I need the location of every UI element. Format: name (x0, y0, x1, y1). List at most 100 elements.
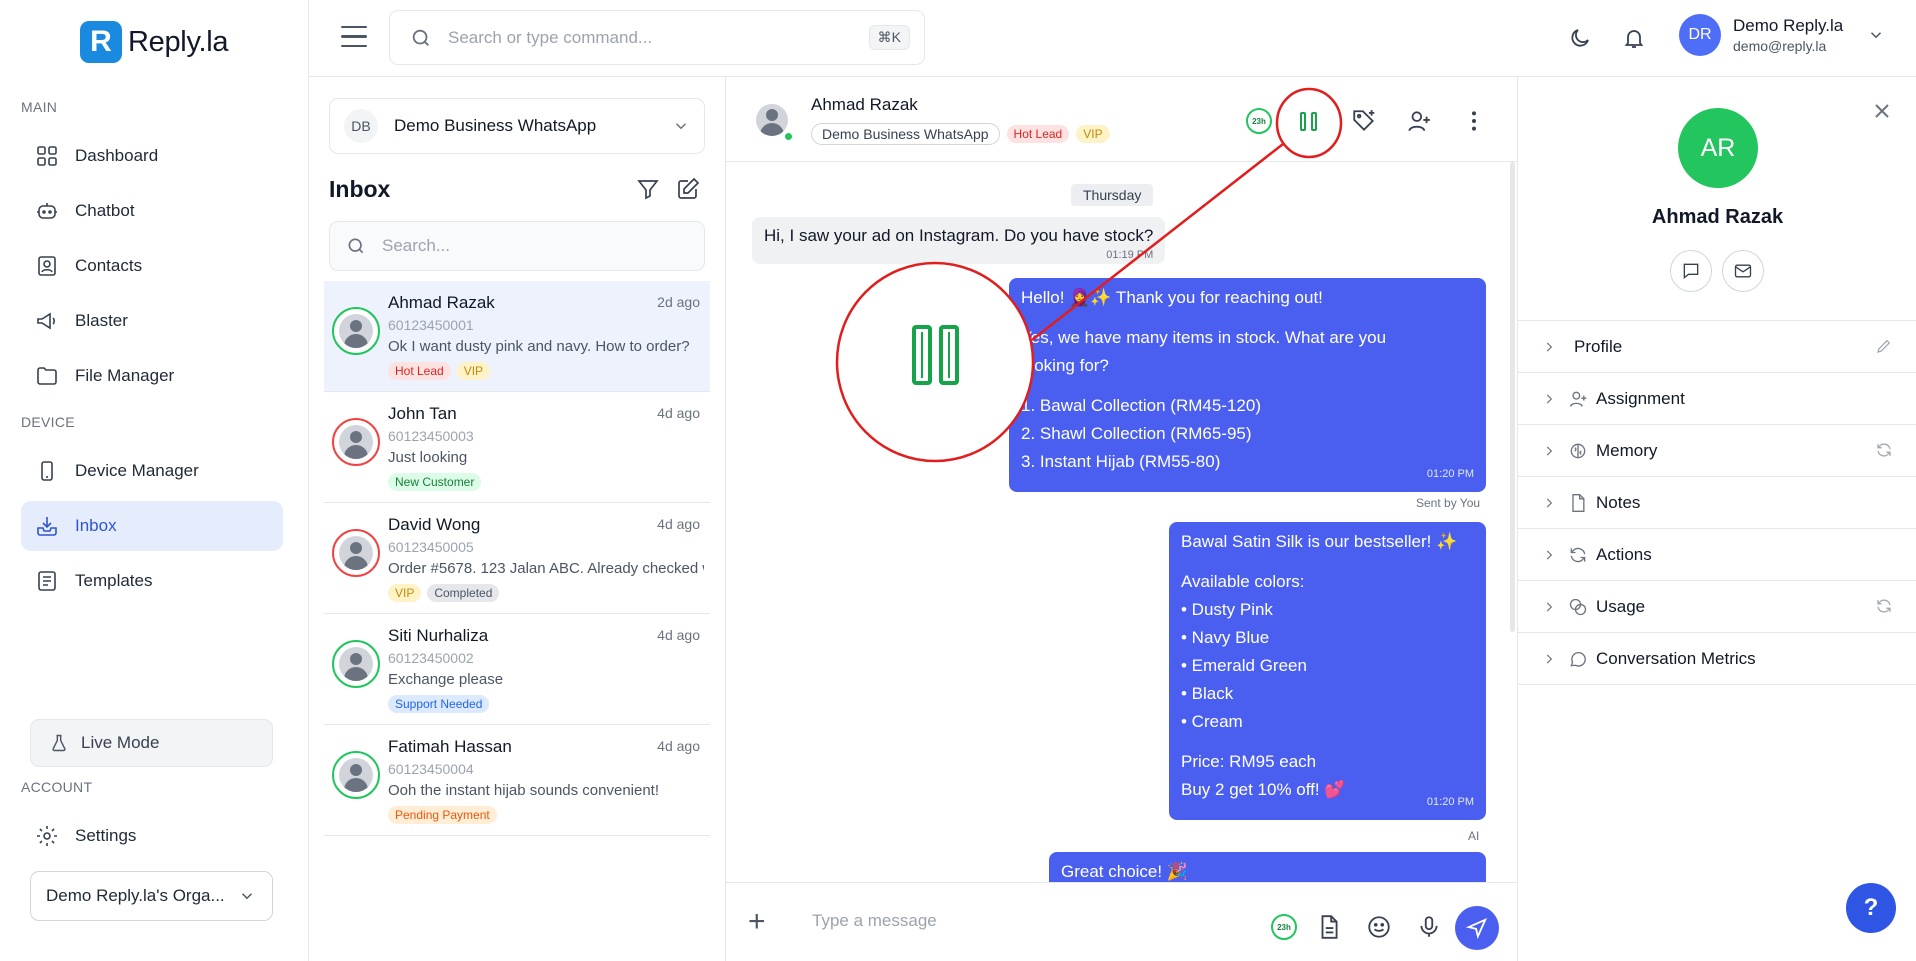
chat-header: Ahmad Razak Demo Business WhatsApp Hot L… (726, 77, 1517, 162)
sidebar-item-device-manager[interactable]: Device Manager (21, 446, 283, 496)
inbox-search-placeholder: Search... (382, 236, 451, 255)
folder-icon (37, 367, 57, 385)
voice-button[interactable] (1416, 914, 1442, 940)
more-options-button[interactable] (1461, 108, 1487, 134)
sidebar-item-chatbot[interactable]: Chatbot (21, 186, 283, 236)
emoji-button[interactable] (1366, 914, 1392, 940)
help-button[interactable]: ? (1846, 883, 1896, 933)
logo-text: Reply.la (128, 25, 229, 58)
message-time: 01:20 PM (1426, 468, 1474, 480)
refresh-icon[interactable] (1875, 597, 1893, 615)
refresh-icon[interactable] (1875, 441, 1893, 459)
outgoing-message: Bawal Satin Silk is our bestseller! ✨ Av… (1169, 522, 1486, 820)
section-notes[interactable]: Notes (1518, 477, 1916, 529)
template-icon (38, 571, 56, 591)
business-select[interactable]: DB Demo Business WhatsApp (329, 98, 705, 154)
tag-badge: Hot Lead (388, 362, 451, 380)
app-logo[interactable]: R Reply.la (80, 21, 229, 63)
conversation-preview: Order #5678. 123 Jalan ABC. Already chec… (388, 560, 704, 577)
notifications-button[interactable] (1622, 26, 1646, 50)
inbox-search-input[interactable]: Search... (329, 221, 705, 271)
online-indicator (783, 131, 794, 142)
conversation-phone: 60123450004 (388, 761, 474, 777)
conversation-phone: 60123450002 (388, 650, 474, 666)
more-vertical-icon (1471, 111, 1477, 131)
scrollbar[interactable] (1510, 162, 1515, 632)
conversation-name: David Wong (388, 515, 481, 534)
section-label-main: MAIN (21, 99, 58, 115)
sidebar-item-inbox[interactable]: Inbox (21, 501, 283, 551)
edit-pencil-icon[interactable] (1875, 337, 1893, 355)
user-menu[interactable]: DR Demo Reply.la demo@reply.la (1679, 14, 1885, 56)
microphone-icon (1420, 916, 1438, 937)
menu-toggle-icon[interactable] (341, 26, 367, 50)
message-time: 01:20 PM (1426, 796, 1474, 808)
conversation-preview: Ooh the instant hijab sounds convenient! (388, 782, 660, 799)
conversation-item[interactable]: Ahmad Razak 2d ago 60123450001 Ok I want… (324, 281, 710, 392)
sidebar-item-dashboard[interactable]: Dashboard (21, 131, 283, 181)
chat-contact-name: Ahmad Razak (811, 95, 918, 114)
section-assignment[interactable]: Assignment (1518, 373, 1916, 425)
message-text: • Navy Blue (1181, 628, 1270, 647)
command-search[interactable]: Search or type command... ⌘K (389, 10, 925, 65)
message-text: looking for? (1021, 356, 1109, 375)
outgoing-message: Great choice! 🎉 (1049, 852, 1486, 882)
tag-badge: New Customer (388, 473, 482, 491)
section-conversation-metrics[interactable]: Conversation Metrics (1518, 633, 1916, 685)
section-profile[interactable]: Profile (1518, 321, 1916, 373)
template-button[interactable] (1316, 914, 1342, 940)
conversation-phone: 60123450003 (388, 428, 474, 444)
section-memory[interactable]: Memory (1518, 425, 1916, 477)
tag-plus-icon (1353, 110, 1375, 131)
gear-icon (37, 826, 57, 846)
attach-plus-icon[interactable]: + (748, 907, 766, 937)
section-label-device: DEVICE (21, 414, 75, 430)
phone-icon (41, 461, 53, 481)
conversation-name: John Tan (388, 404, 457, 423)
live-mode-button[interactable]: Live Mode (30, 719, 273, 767)
message-text: • Dusty Pink (1181, 600, 1273, 619)
incoming-message: Hi, I saw your ad on Instagram. Do you h… (752, 217, 1166, 264)
message-text: Yes, we have many items in stock. What a… (1021, 328, 1387, 347)
message-text: 3. Instant Hijab (RM55-80) (1021, 452, 1221, 471)
chat-contact-button[interactable] (1670, 250, 1712, 292)
filter-icon[interactable] (636, 177, 660, 201)
chat-panel: Ahmad Razak Demo Business WhatsApp Hot L… (726, 76, 1517, 961)
message-thread[interactable]: Thursday Hi, I saw your ad on Instagram.… (726, 162, 1507, 882)
conversation-preview: Exchange please (388, 671, 504, 688)
conversation-item[interactable]: John Tan 4d ago 60123450003 Just looking… (324, 392, 710, 503)
chevron-right-icon (1546, 446, 1553, 455)
send-button[interactable] (1455, 906, 1499, 950)
section-usage[interactable]: Usage (1518, 581, 1916, 633)
contact-sections: Profile Assignment Memory Notes Actions (1518, 320, 1916, 685)
compose-icon[interactable] (676, 177, 700, 201)
sidebar-item-templates[interactable]: Templates (21, 556, 283, 606)
conversation-time: 4d ago (657, 405, 700, 421)
section-label: Usage (1596, 596, 1646, 616)
pause-ai-button[interactable] (1294, 107, 1322, 135)
inbox-panel: DB Demo Business WhatsApp Inbox Search..… (309, 76, 726, 961)
assign-user-button[interactable] (1406, 108, 1432, 134)
sidebar-item-blaster[interactable]: Blaster (21, 296, 283, 346)
tag-badge: VIP (456, 362, 491, 380)
avatar (332, 307, 380, 355)
user-plus-icon (1408, 111, 1430, 132)
tag-badge: Support Needed (388, 695, 490, 713)
sidebar-item-settings[interactable]: Settings (21, 811, 283, 861)
section-actions[interactable]: Actions (1518, 529, 1916, 581)
conversation-item[interactable]: David Wong 4d ago 60123450005 Order #567… (324, 503, 710, 614)
close-panel-button[interactable] (1874, 103, 1890, 119)
add-tag-button[interactable] (1351, 108, 1377, 134)
conversation-item[interactable]: Siti Nurhaliza 4d ago 60123450002 Exchan… (324, 614, 710, 725)
sidebar-item-label: Blaster (75, 311, 128, 330)
organization-select[interactable]: Demo Reply.la's Orga... (30, 871, 273, 921)
message-input[interactable]: Type a message (812, 911, 937, 931)
chevron-down-icon (675, 123, 687, 130)
conversation-preview: Ok I want dusty pink and navy. How to or… (388, 338, 690, 355)
sidebar-item-contacts[interactable]: Contacts (21, 241, 283, 291)
user-plus-icon (1569, 391, 1587, 407)
sidebar-item-file-manager[interactable]: File Manager (21, 351, 283, 401)
dark-mode-toggle[interactable] (1568, 26, 1592, 50)
conversation-item[interactable]: Fatimah Hassan 4d ago 60123450004 Ooh th… (324, 725, 710, 836)
email-contact-button[interactable] (1722, 250, 1764, 292)
